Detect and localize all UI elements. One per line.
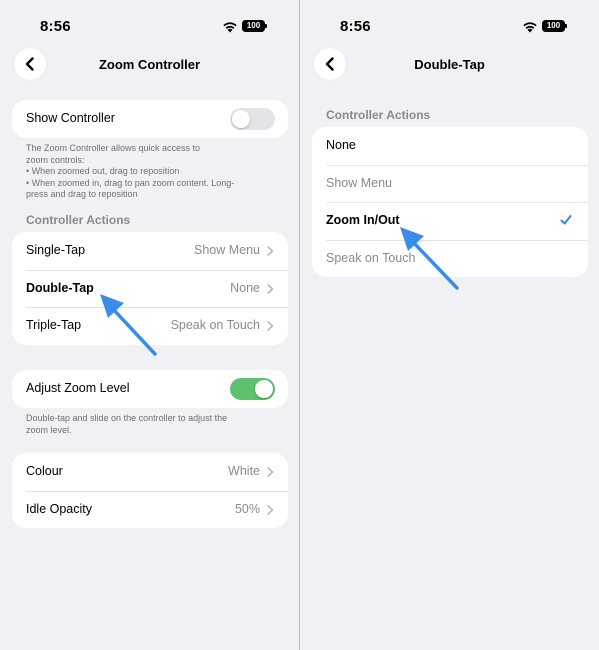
show-controller-label: Show Controller [26,111,115,125]
option-show-menu[interactable]: Show Menu [312,164,588,203]
chevron-right-icon [267,467,274,477]
checkmark-icon [560,215,572,225]
option-label: Speak on Touch [326,250,416,265]
single-tap-value: Show Menu [193,243,260,257]
option-speak-on-touch[interactable]: Speak on Touch [312,239,588,278]
single-tap-label: Single-Tap [26,243,86,257]
controller-actions-header: Controller Actions [26,213,131,227]
idle-opacity-label: Idle Opacity [26,501,93,516]
triple-tap-value: Speak on Touch [170,318,260,332]
status-time: 8:56 [40,18,71,35]
show-controller-toggle[interactable] [230,108,275,130]
colour-label: Colour [26,464,63,478]
show-controller-footnote: The Zoom Controller allows quick access … [26,143,271,201]
footnote-line: zoom level. [26,424,72,435]
battery-icon: 100 [542,20,565,32]
chevron-left-icon [325,57,334,71]
battery-cap [565,24,567,28]
footnote-line: zoom controls: [26,154,85,165]
back-button[interactable] [314,48,346,80]
idle-opacity-row[interactable]: Idle Opacity 50% [12,490,288,529]
adjust-zoom-card: Adjust Zoom Level [12,370,288,408]
double-tap-options-card: None Show Menu Zoom In/Out Speak on Touc… [312,127,588,277]
show-controller-row: Show Controller [12,100,288,138]
double-tap-value: None [230,280,260,295]
option-none[interactable]: None [312,127,588,165]
status-bar: 8:56 100 [300,18,599,38]
annotation-arrow [400,227,459,290]
controller-actions-card: Single-Tap Show Menu Double-Tap None Tri… [12,232,288,345]
status-bar: 8:56 100 [0,18,299,38]
battery-icon: 100 [242,20,265,32]
single-tap-row[interactable]: Single-Tap Show Menu [12,232,288,270]
battery-cap [265,24,267,28]
option-label: Zoom In/Out [326,213,400,227]
wifi-icon [523,22,537,33]
footnote-line: • When zoomed in, drag to pan zoom conte… [26,177,235,188]
chevron-right-icon [267,246,274,256]
zoom-controller-screen: 8:56 100 Zoom Controller Show Controller… [0,0,299,650]
double-tap-screen: 8:56 100 Double-Tap Controller Actions N… [300,0,599,650]
footnote-line: press and drag to reposition [26,189,138,199]
double-tap-label: Double-Tap [26,280,94,295]
option-label: Show Menu [326,175,393,190]
chevron-left-icon [25,57,34,71]
adjust-zoom-row: Adjust Zoom Level [12,370,288,408]
colour-value: White [228,464,260,478]
wifi-icon [223,22,237,33]
controller-actions-header: Controller Actions [326,108,431,122]
chevron-right-icon [267,321,274,331]
colour-row[interactable]: Colour White [12,453,288,491]
chevron-right-icon [267,283,274,294]
toggle-knob [232,110,250,128]
page-title: Zoom Controller [98,57,201,72]
option-label: None [326,138,356,152]
footnote-line: Double-tap and slide on the controller t… [26,413,228,423]
option-zoom-in-out[interactable]: Zoom In/Out [312,202,588,240]
triple-tap-row[interactable]: Triple-Tap Speak on Touch [12,307,288,345]
show-controller-card: Show Controller [12,100,288,138]
triple-tap-label: Triple-Tap [26,318,82,332]
footnote-line: • When zoomed out, drag to reposition [26,166,180,176]
status-time: 8:56 [340,18,371,35]
idle-opacity-value: 50% [234,501,260,516]
page-title: Double-Tap [414,57,485,72]
adjust-zoom-toggle[interactable] [230,378,275,400]
double-tap-row[interactable]: Double-Tap None [12,269,288,308]
footnote-line: The Zoom Controller allows quick access … [26,143,201,153]
back-button[interactable] [14,48,46,80]
adjust-zoom-label: Adjust Zoom Level [26,381,130,395]
appearance-card: Colour White Idle Opacity 50% [12,453,288,528]
adjust-zoom-footnote: Double-tap and slide on the controller t… [26,413,271,436]
toggle-knob [255,380,273,398]
chevron-right-icon [267,504,274,515]
